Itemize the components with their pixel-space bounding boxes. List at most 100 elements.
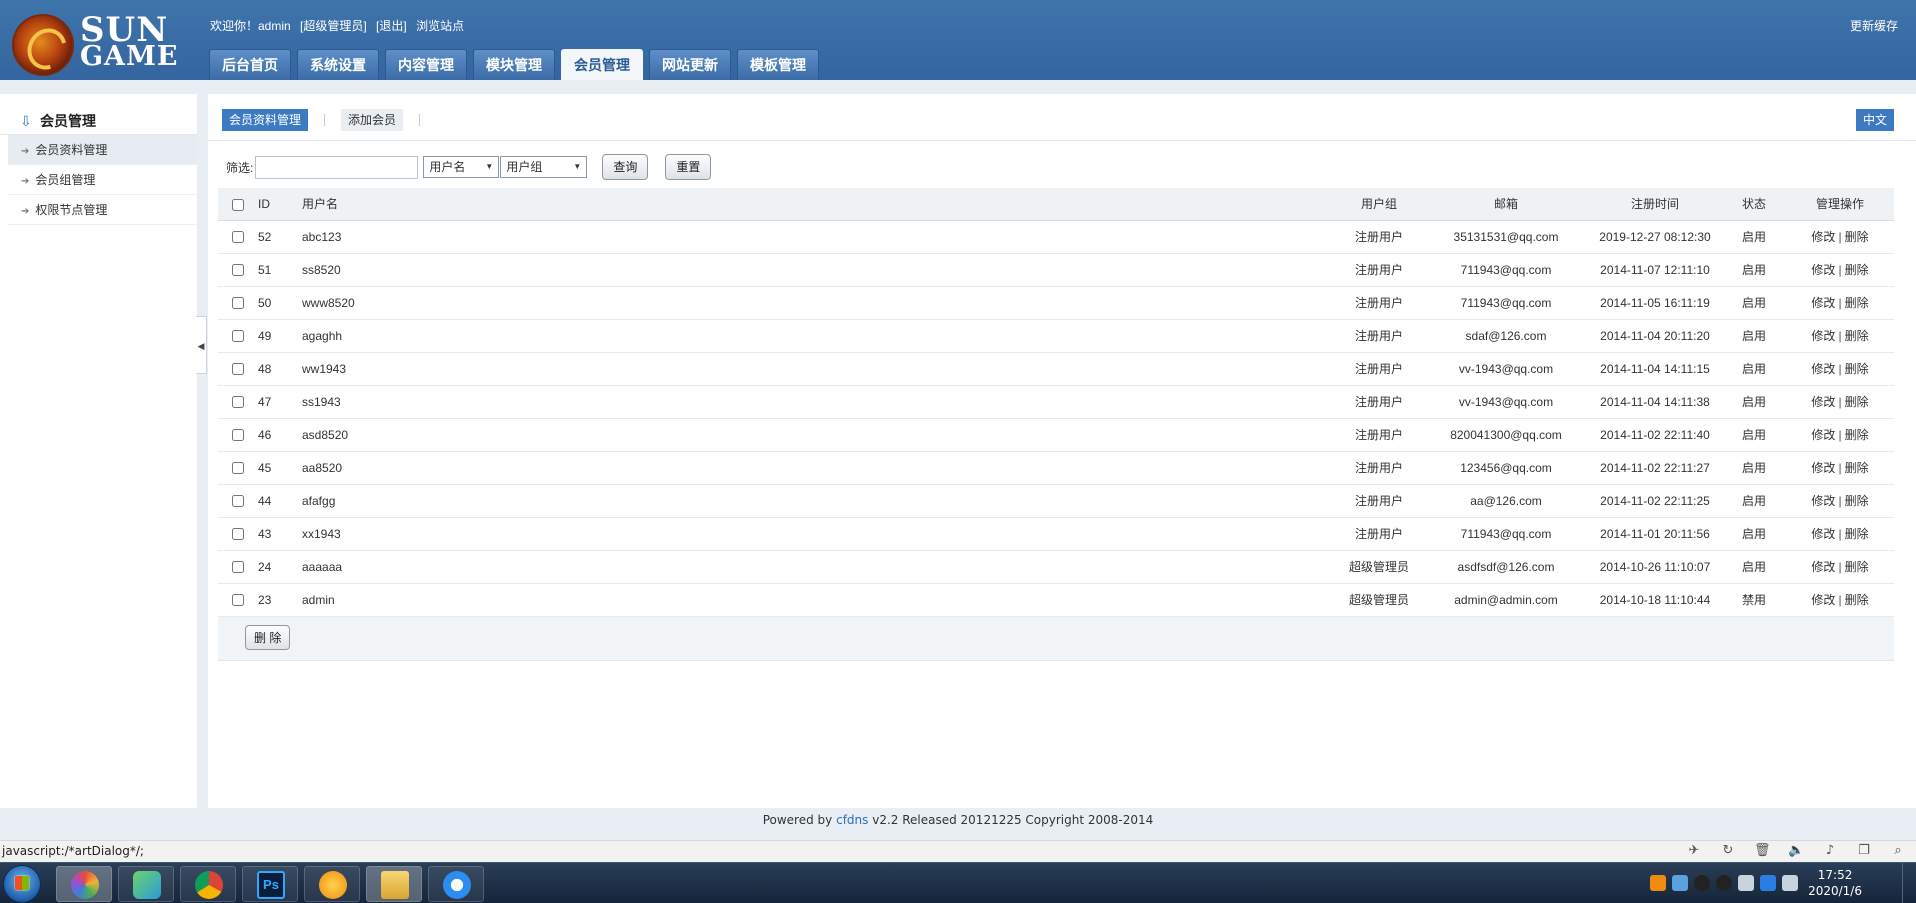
edit-link[interactable]: 修改	[1811, 593, 1835, 607]
taskbar-app-file-explorer[interactable]	[366, 866, 422, 902]
qq-icon[interactable]	[1694, 875, 1710, 891]
role-label: [超级管理员]	[300, 19, 367, 33]
edit-link[interactable]: 修改	[1811, 296, 1835, 310]
edit-link[interactable]: 修改	[1811, 395, 1835, 409]
cell-id: 44	[258, 484, 292, 518]
logout-link[interactable]: [退出]	[376, 19, 407, 33]
row-checkbox[interactable]	[232, 231, 244, 244]
rocket-icon[interactable]: ✈	[1686, 843, 1702, 859]
trash-icon[interactable]: 🗑	[1754, 843, 1771, 859]
edit-link[interactable]: 修改	[1811, 461, 1835, 475]
window-icon[interactable]: ❐	[1856, 843, 1872, 859]
row-checkbox[interactable]	[232, 264, 244, 277]
edit-link[interactable]: 修改	[1811, 362, 1835, 376]
cell-reg-time: 2014-11-05 16:11:19	[1588, 286, 1722, 320]
edit-link[interactable]: 修改	[1811, 263, 1835, 277]
zoom-icon[interactable]: ⌕	[1890, 843, 1906, 859]
show-desktop-button[interactable]	[1902, 863, 1916, 903]
taskbar-app-media-player[interactable]	[118, 866, 174, 902]
divider	[324, 114, 326, 126]
field-select[interactable]: 用户名 ▼	[423, 156, 500, 178]
row-checkbox[interactable]	[232, 297, 244, 310]
volume-icon[interactable]: ♪	[1822, 843, 1838, 859]
tab-member-management[interactable]: 会员管理	[561, 49, 643, 80]
start-button-icon[interactable]	[3, 865, 41, 903]
edit-link[interactable]: 修改	[1811, 428, 1835, 442]
taskbar-clock[interactable]: 17:52 2020/1/6	[1808, 867, 1862, 899]
table-row: 51 ss8520 注册用户 711943@qq.com 2014-11-07 12:1…	[218, 253, 1894, 287]
delete-link[interactable]: 删除	[1845, 263, 1869, 277]
taskbar-app-uc-browser[interactable]	[304, 866, 360, 902]
edit-link[interactable]: 修改	[1811, 329, 1835, 343]
delete-link[interactable]: 删除	[1845, 362, 1869, 376]
edit-link[interactable]: 修改	[1811, 494, 1835, 508]
speaker-tray-icon[interactable]	[1738, 875, 1754, 891]
taskbar-app-cloud-drive[interactable]	[428, 866, 484, 902]
subtab-add-member[interactable]: 添加会员	[341, 109, 404, 131]
speaker-icon[interactable]: 🔈	[1788, 843, 1804, 859]
tab-module-management[interactable]: 模块管理	[473, 49, 555, 80]
cell-status: 启用	[1722, 484, 1786, 518]
sidebar-item-member-profiles[interactable]: ➔ 会员资料管理	[8, 135, 197, 165]
delete-link[interactable]: 删除	[1845, 395, 1869, 409]
row-checkbox[interactable]	[232, 396, 244, 409]
row-checkbox[interactable]	[232, 462, 244, 475]
cell-email: asdfsdf@126.com	[1424, 550, 1588, 584]
edit-link[interactable]: 修改	[1811, 527, 1835, 541]
uc-browser-icon	[319, 871, 347, 899]
network-icon[interactable]	[1782, 875, 1798, 891]
tab-system-settings[interactable]: 系统设置	[297, 49, 379, 80]
browse-site-link[interactable]: 浏览站点	[416, 19, 464, 33]
tab-template-management[interactable]: 模板管理	[737, 49, 819, 80]
sidebar-item-member-groups[interactable]: ➔ 会员组管理	[8, 165, 197, 195]
sidebar-collapse-handle[interactable]: ◀	[196, 316, 207, 374]
delete-link[interactable]: 删除	[1845, 329, 1869, 343]
language-button[interactable]: 中文	[1855, 109, 1894, 131]
row-checkbox[interactable]	[232, 429, 244, 442]
delete-link[interactable]: 删除	[1845, 296, 1869, 310]
tab-site-update[interactable]: 网站更新	[649, 49, 731, 80]
divider	[419, 114, 421, 126]
delete-link[interactable]: 删除	[1845, 230, 1869, 244]
delete-link[interactable]: 删除	[1845, 428, 1869, 442]
main-nav-tabs: 后台首页 系统设置 内容管理 模块管理 会员管理 网站更新 模板管理	[209, 49, 825, 80]
qq-icon[interactable]	[1716, 875, 1732, 891]
delete-link[interactable]: 删除	[1845, 593, 1869, 607]
delete-link[interactable]: 删除	[1845, 527, 1869, 541]
row-checkbox[interactable]	[232, 561, 244, 574]
sidebar-item-label: 会员资料管理	[35, 143, 108, 157]
row-checkbox[interactable]	[232, 594, 244, 607]
input-method-icon[interactable]	[1650, 875, 1666, 891]
reset-button[interactable]: 重置	[665, 154, 712, 180]
footer-brand-link[interactable]: cfdns	[836, 813, 868, 827]
taskbar-app-chrome[interactable]	[180, 866, 236, 902]
logo[interactable]: SUN GAME	[10, 13, 177, 80]
row-checkbox[interactable]	[232, 330, 244, 343]
delete-link[interactable]: 删除	[1845, 461, 1869, 475]
tab-admin-home[interactable]: 后台首页	[209, 49, 291, 80]
taskbar-app-browser[interactable]	[56, 866, 112, 902]
cell-actions: 修改 | 删除	[1786, 517, 1894, 551]
edit-link[interactable]: 修改	[1811, 230, 1835, 244]
security-icon[interactable]	[1760, 875, 1776, 891]
table-row: 52 abc123 注册用户 35131531@qq.com 2019-12-27 08…	[218, 220, 1894, 254]
delete-link[interactable]: 删除	[1845, 560, 1869, 574]
cloud-sync-icon[interactable]	[1672, 875, 1688, 891]
filter-input[interactable]	[255, 155, 419, 179]
update-cache-link[interactable]: 更新缓存	[1850, 17, 1898, 34]
delete-link[interactable]: 删除	[1845, 494, 1869, 508]
tab-content-management[interactable]: 内容管理	[385, 49, 467, 80]
subtab-member-profiles[interactable]: 会员资料管理	[222, 109, 309, 131]
search-button[interactable]: 查询	[602, 154, 649, 180]
bulk-delete-button[interactable]: 删 除	[245, 624, 291, 650]
select-all-checkbox[interactable]	[232, 198, 244, 211]
sidebar: ⇩ 会员管理 ➔ 会员资料管理 ➔ 会员组管理 ➔ 权限节点管理	[0, 94, 197, 808]
taskbar-app-photoshop[interactable]: Ps	[242, 866, 298, 902]
history-icon[interactable]: ↻	[1720, 843, 1736, 859]
row-checkbox[interactable]	[232, 495, 244, 508]
row-checkbox[interactable]	[232, 363, 244, 376]
row-checkbox[interactable]	[232, 528, 244, 541]
sidebar-item-permission-nodes[interactable]: ➔ 权限节点管理	[8, 195, 197, 225]
edit-link[interactable]: 修改	[1811, 560, 1835, 574]
group-select[interactable]: 用户组 ▼	[500, 156, 588, 178]
